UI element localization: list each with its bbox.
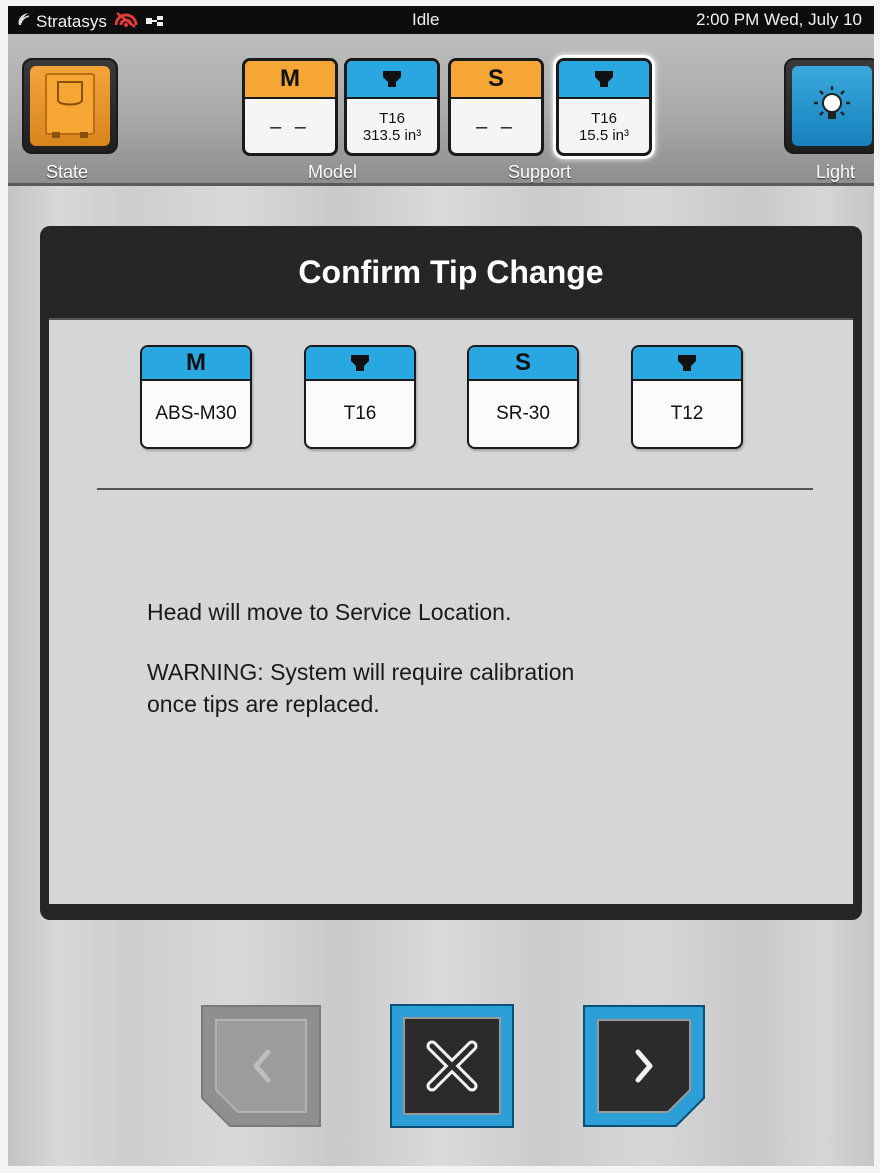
support-tip-tile: T12 xyxy=(631,345,743,449)
top-toolbar: State M – – T16 313.5 in³ S – – T16 15.5 xyxy=(8,34,874,186)
model-label: Model xyxy=(308,162,358,182)
network-warning-icon xyxy=(113,10,139,33)
state-button[interactable] xyxy=(22,58,118,154)
next-button[interactable] xyxy=(582,1004,706,1128)
service-location-message: Head will move to Service Location. xyxy=(147,599,512,625)
support-label: Support xyxy=(508,162,572,182)
model-tip-name: T16 xyxy=(379,110,405,127)
model-material-name: ABS-M30 xyxy=(155,403,237,424)
dialog-title: Confirm Tip Change xyxy=(298,253,604,290)
model-tip-tile: T16 xyxy=(304,345,416,449)
connection-icon xyxy=(145,12,165,32)
support-material-tile: S SR-30 xyxy=(467,345,579,449)
support-tip-name: T16 xyxy=(591,110,617,127)
light-bulb-icon xyxy=(792,66,872,146)
back-button[interactable] xyxy=(200,1004,324,1128)
support-material-header: S xyxy=(451,61,541,99)
model-tip-header xyxy=(347,61,437,99)
model-tip-name: T16 xyxy=(343,403,377,424)
model-tip-volume: 313.5 in³ xyxy=(362,127,422,144)
support-tile-header: S xyxy=(469,347,577,381)
status-bar: Stratasys Idle 2:00 PM Wed, July 10 xyxy=(8,6,874,34)
divider xyxy=(97,488,813,490)
printer-screen: Stratasys Idle 2:00 PM Wed, July 10 Stat… xyxy=(8,6,874,1166)
printer-state: Idle xyxy=(412,10,440,29)
support-tip-volume: 15.5 in³ xyxy=(578,127,630,144)
model-tip-slot[interactable]: T16 313.5 in³ xyxy=(344,58,440,156)
stratasys-logo-icon xyxy=(16,11,30,32)
printer-state-icon xyxy=(30,66,110,146)
cancel-button[interactable] xyxy=(390,1004,514,1128)
date-time: 2:00 PM Wed, July 10 xyxy=(696,10,862,29)
model-material-tile: M ABS-M30 xyxy=(140,345,252,449)
model-material-header: M xyxy=(245,61,335,99)
support-tip-name: T12 xyxy=(670,403,704,424)
confirm-tip-change-dialog: Confirm Tip Change M ABS-M30 T16 S SR-30 xyxy=(40,226,862,920)
support-material-value: – – xyxy=(476,115,516,138)
light-label: Light xyxy=(816,162,856,182)
tip-icon xyxy=(678,355,696,371)
support-tip-header xyxy=(559,61,649,99)
warning-message-line2: once tips are replaced. xyxy=(147,691,380,717)
warning-message-line1: WARNING: System will require calibration xyxy=(147,659,575,685)
tip-icon xyxy=(595,71,613,87)
status-left: Stratasys xyxy=(16,10,165,33)
support-tip-slot[interactable]: T16 15.5 in³ xyxy=(556,58,652,156)
model-tip-tile-header xyxy=(306,347,414,381)
dialog-body: M ABS-M30 T16 S SR-30 T12 Head will move… xyxy=(49,318,853,904)
model-material-value: – – xyxy=(270,115,310,138)
support-tip-tile-header xyxy=(633,347,741,381)
tip-icon xyxy=(383,71,401,87)
state-label: State xyxy=(46,162,89,182)
model-material-slot[interactable]: M – – xyxy=(242,58,338,156)
brand-name: Stratasys xyxy=(36,11,107,31)
model-tile-header: M xyxy=(142,347,250,381)
tip-icon xyxy=(351,355,369,371)
support-material-slot[interactable]: S – – xyxy=(448,58,544,156)
light-button[interactable] xyxy=(784,58,874,154)
support-material-name: SR-30 xyxy=(496,403,550,424)
